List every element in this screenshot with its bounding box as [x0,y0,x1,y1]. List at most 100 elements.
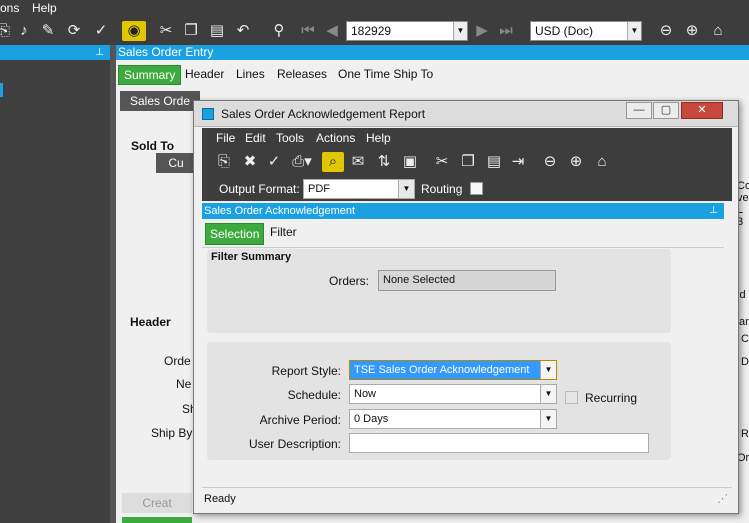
paste-icon[interactable]: ▤ [207,21,227,41]
last-record-icon[interactable]: ⏭ [496,21,516,41]
chevron-down-icon[interactable]: ▼ [540,385,556,403]
cut-icon[interactable]: ✂ [156,21,176,41]
archive-period-label: Archive Period: [259,413,341,427]
report-options-panel: Report Style: TSE Sales Order Acknowledg… [207,342,671,460]
customer-button[interactable]: Cu [156,153,196,173]
section-title-text: Sales Order Acknowledgement [204,205,356,217]
ship-by-label: Ship By [151,426,193,440]
home-icon[interactable]: ⌂ [708,21,728,41]
menu-tools[interactable]: Tools [276,131,304,145]
output-format-label: Output Format: [219,182,300,196]
menu-actions[interactable]: Actions [316,131,355,145]
output-format-value: PDF [308,183,330,195]
routing-label: Routing [421,182,463,196]
tab-filter[interactable]: Filter [270,225,297,239]
status-bar: Ready ⋰ [202,487,732,509]
copy-icon[interactable]: ❐ [181,21,201,41]
new-icon[interactable]: ⎘ [214,152,234,172]
new-icon[interactable]: ⎘ [0,21,14,41]
minimize-button[interactable]: — [626,102,652,119]
recurring-checkbox[interactable] [565,391,578,404]
output-options-bar: Output Format: PDF ▼ Routing [202,177,732,201]
clear-icon[interactable]: ✓ [264,152,284,172]
dialog-toolbar: ⎘ ✖ ✓ ⎙▾ ⌕ ✉ ⇅ ▣ ✂ ❐ ▤ ⇥ ⊖ ⊕ ⌂ [202,147,732,177]
sales-order-button[interactable]: Sales Orde [120,91,200,111]
tab-summary[interactable]: Summary [118,65,182,85]
routing-checkbox[interactable] [470,182,483,195]
schedule-icon[interactable]: ▣ [400,152,420,172]
tab-releases[interactable]: Releases [277,67,327,81]
clear-icon[interactable]: ✓ [91,21,111,41]
menu-help[interactable]: Help [32,1,57,15]
exit-icon[interactable]: ⇥ [508,152,528,172]
report-style-value: TSE Sales Order Acknowledgement [354,364,530,376]
menu-file[interactable]: File [216,131,235,145]
orders-field: None Selected [378,270,556,291]
forward-icon[interactable]: ⊕ [682,21,702,41]
menu-help[interactable]: Help [366,131,391,145]
menu-edit[interactable]: Edit [245,131,266,145]
refresh-icon[interactable]: ⟳ [64,21,84,41]
output-format-select[interactable]: PDF ▼ [303,179,415,199]
chevron-down-icon[interactable]: ▼ [453,22,467,40]
paperclip-icon[interactable]: ✎ [38,21,58,41]
pin-icon[interactable]: ⊥ [709,203,718,219]
paste-icon[interactable]: ▤ [484,152,504,172]
tab-selection[interactable]: Selection [205,223,265,245]
key-field[interactable]: 182929 ▼ [346,21,468,41]
report-style-select[interactable]: TSE Sales Order Acknowledgement ▼ [349,360,557,380]
export-icon[interactable]: ⇅ [374,152,394,172]
chevron-down-icon[interactable]: ▼ [398,180,414,198]
chevron-down-icon[interactable]: ▼ [540,410,556,428]
sold-to-label: Sold To [131,139,175,153]
copy-icon[interactable]: ❐ [458,152,478,172]
send-email-icon[interactable]: ✉ [348,152,368,172]
bg-text: ar [739,316,749,328]
schedule-select[interactable]: Now ▼ [349,384,557,404]
tab-header[interactable]: Header [185,67,224,81]
user-description-label: User Description: [248,437,341,451]
tab-one-time-ship-to[interactable]: One Time Ship To [338,67,433,81]
create-button[interactable]: Creat [122,493,192,513]
order-label: Orde [164,354,191,368]
dialog-menubar: File Edit Tools Actions Help [202,128,732,147]
green-button[interactable] [122,517,192,523]
menu-options[interactable]: ons [0,1,19,15]
delete-icon[interactable]: ✖ [240,152,260,172]
dialog-title: Sales Order Acknowledgement Report [221,107,426,121]
currency-value: USD (Doc) [535,24,594,38]
close-button[interactable]: ✕ [681,102,723,119]
dialog-tabs: Selection Filter [202,220,724,248]
bg-text: R [741,428,749,440]
chevron-down-icon[interactable]: ▼ [627,22,641,40]
resize-grip-icon[interactable]: ⋰ [717,488,728,510]
back-icon[interactable]: ⊖ [656,21,676,41]
binoculars-icon[interactable]: ⚲ [269,21,289,41]
undo-icon[interactable]: ↶ [233,21,253,41]
status-text: Ready [204,493,236,505]
filter-summary-panel: Filter Summary Orders: None Selected [207,249,671,333]
user-description-field[interactable] [349,433,649,453]
cut-icon[interactable]: ✂ [432,152,452,172]
tab-lines[interactable]: Lines [236,67,265,81]
home-icon[interactable]: ⌂ [592,152,612,172]
chevron-down-icon[interactable]: ▼ [540,361,556,379]
window-title: Sales Order Entry [116,45,749,60]
first-record-icon[interactable]: ⏮ [298,21,318,41]
print-icon[interactable]: ⎙▾ [288,152,316,172]
attach-icon[interactable]: ♪ [14,21,34,41]
print-preview-icon[interactable]: ◉ [122,21,146,41]
currency-select[interactable]: USD (Doc) ▼ [530,21,642,41]
panel-indicator [0,83,3,97]
print-preview-icon[interactable]: ⌕ [322,152,344,172]
prev-record-icon[interactable]: ◀ [322,21,342,41]
dialog-titlebar[interactable]: Sales Order Acknowledgement Report — ▢ ✕ [194,101,738,127]
pin-icon[interactable]: ⊥ [0,45,110,60]
back-icon[interactable]: ⊖ [540,152,560,172]
maximize-button[interactable]: ▢ [653,102,679,119]
report-style-label: Report Style: [271,364,341,378]
forward-icon[interactable]: ⊕ [566,152,586,172]
app-icon [202,108,214,120]
archive-period-select[interactable]: 0 Days ▼ [349,409,557,429]
next-record-icon[interactable]: ▶ [472,21,492,41]
